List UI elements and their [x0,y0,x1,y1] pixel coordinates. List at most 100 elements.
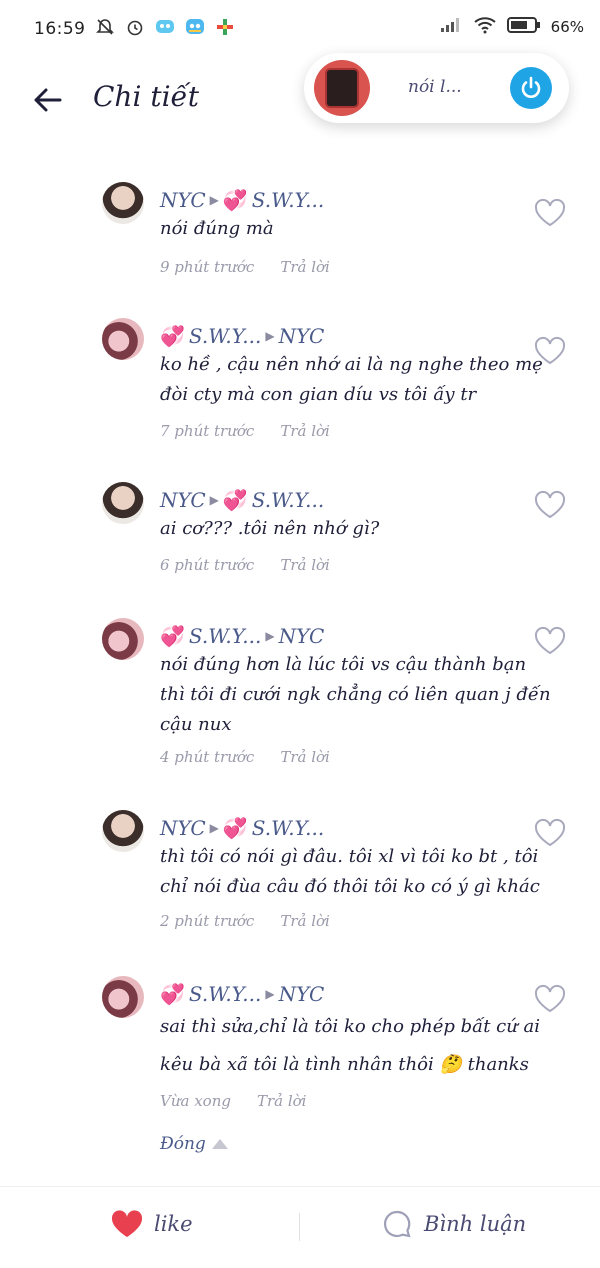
comment-names: 💞 S.W.Y... ▶ NYC [160,324,324,348]
heart-outline-icon[interactable] [533,984,567,1014]
comment-time: 6 phút trước [160,556,255,574]
comment-text: thì tôi có nói gì đâu. tôi xl vì tôi ko … [160,842,570,902]
music-player-pill[interactable]: nói l... [304,53,569,123]
comment-text: sai thì sửa,chỉ là tôi ko cho phép bất c… [160,1008,570,1084]
comment-time: Vừa xong [160,1092,231,1110]
comment-item: NYC ▶ 💞 S.W.Y... ai cơ??? .tôi nên nhớ g… [0,470,600,600]
now-playing-text: nói l... [408,77,462,97]
divider [299,1213,300,1241]
sparkling-heart-icon: 💞 [160,624,185,648]
comment-button[interactable]: Bình luận [382,1209,526,1239]
comment-text: ai cơ??? .tôi nên nhớ gì? [160,514,570,544]
comment-names: 💞 S.W.Y... ▶ NYC [160,982,324,1006]
heart-outline-icon[interactable] [533,336,567,366]
reply-to-name[interactable]: S.W.Y... [252,488,324,512]
avatar[interactable] [102,810,144,852]
like-button[interactable]: like [110,1209,193,1239]
reply-to-name[interactable]: S.W.Y... [252,188,324,212]
avatar[interactable] [102,318,144,360]
reply-arrow-icon: ▶ [209,193,219,207]
status-system-icons: 66% [439,16,584,38]
collapse-replies-button[interactable]: Đóng [160,1134,228,1154]
wifi-icon [473,16,497,38]
avatar[interactable] [102,618,144,660]
heart-outline-icon[interactable] [533,198,567,228]
reply-button[interactable]: Trả lời [280,422,330,440]
comment-names: 💞 S.W.Y... ▶ NYC [160,624,324,648]
reply-button[interactable]: Trả lời [280,912,330,930]
app-notification-icon-2 [184,16,206,38]
heart-outline-icon[interactable] [533,490,567,520]
comment-item: NYC ▶ 💞 S.W.Y... nói đúng mà 9 phút trướ… [0,170,600,300]
page-title: Chi tiết [93,80,199,113]
comment-line: kêu bà xã tôi là tình nhân thôi 🤔 thanks [160,1054,529,1075]
comment-line: thì tôi có nói gì đâu. tôi xl vì tôi ko … [160,846,539,867]
comment-text: nói đúng mà [160,214,570,244]
comment-time: 7 phút trước [160,422,255,440]
back-arrow-icon [34,88,62,112]
author-name[interactable]: S.W.Y... [189,324,261,348]
reply-to-name[interactable]: NYC [279,324,325,348]
status-notification-icons [94,16,236,38]
comment-meta: Vừa xong Trả lời [160,1092,306,1110]
sparkling-heart-icon: 💞 [160,982,185,1006]
status-time: 16:59 [34,19,86,39]
comment-line: ko hề , cậu nên nhớ ai là ng nghe theo m… [160,354,543,375]
reply-arrow-icon: ▶ [265,629,275,643]
power-icon [521,76,541,98]
comment-label: Bình luận [424,1212,527,1236]
comment-line: cậu nux [160,714,232,735]
caret-up-icon [211,1139,228,1149]
heart-outline-icon[interactable] [533,818,567,848]
comment-meta: 2 phút trước Trả lời [160,912,330,930]
sparkling-heart-icon: 💞 [222,488,248,512]
comment-meta: 4 phút trước Trả lời [160,748,330,766]
reply-button[interactable]: Trả lời [257,1092,307,1110]
comment-item: 💞 S.W.Y... ▶ NYC sai thì sửa,chỉ là tôi … [0,964,600,1124]
comment-time: 9 phút trước [160,258,255,276]
comment-bubble-icon [384,1210,411,1238]
comment-line: chỉ nói đùa câu đó thôi tôi ko có ý gì k… [160,876,540,897]
alarm-icon [124,16,146,38]
game-app-icon [214,16,236,38]
reply-button[interactable]: Trả lời [280,748,330,766]
author-name[interactable]: NYC [160,188,206,212]
author-name[interactable]: S.W.Y... [189,624,261,648]
reply-button[interactable]: Trả lời [280,556,330,574]
back-button[interactable] [30,82,66,118]
album-cover[interactable] [314,60,370,116]
battery-icon [506,16,541,38]
author-name[interactable]: S.W.Y... [189,982,261,1006]
comment-line: nói đúng hơn là lúc tôi vs cậu thành bạn [160,654,527,675]
heart-filled-icon [111,1210,143,1237]
power-button[interactable] [510,67,552,109]
bottom-action-bar: like Bình luận [0,1186,600,1268]
comment-meta: 7 phút trước Trả lời [160,422,330,440]
comment-names: NYC ▶ 💞 S.W.Y... [160,188,324,212]
heart-outline-icon[interactable] [533,626,567,656]
reply-button[interactable]: Trả lời [280,258,330,276]
comment-line: nói đúng mà [160,218,274,239]
comment-text: nói đúng hơn là lúc tôi vs cậu thành bạn… [160,650,570,740]
comment-names: NYC ▶ 💞 S.W.Y... [160,816,324,840]
avatar[interactable] [102,182,144,224]
author-name[interactable]: NYC [160,488,206,512]
signal-icon [439,16,463,38]
comment-time: 4 phút trước [160,748,255,766]
sparkling-heart-icon: 💞 [222,816,248,840]
status-bar: 16:59 66% [0,0,600,58]
comment-meta: 9 phút trước Trả lời [160,258,330,276]
comment-line: ai cơ??? .tôi nên nhớ gì? [160,518,380,539]
reply-to-name[interactable]: NYC [279,982,325,1006]
comment-line: sai thì sửa,chỉ là tôi ko cho phép bất c… [160,1016,541,1037]
reply-to-name[interactable]: S.W.Y... [252,816,324,840]
reply-to-name[interactable]: NYC [279,624,325,648]
comment-line: thì tôi đi cưới ngk chẳng có liên quan j… [160,684,551,705]
author-name[interactable]: NYC [160,816,206,840]
bell-off-icon [94,16,116,38]
comment-text: ko hề , cậu nên nhớ ai là ng nghe theo m… [160,350,570,410]
like-label: like [154,1212,193,1236]
avatar[interactable] [102,976,144,1018]
avatar[interactable] [102,482,144,524]
reply-arrow-icon: ▶ [265,329,275,343]
